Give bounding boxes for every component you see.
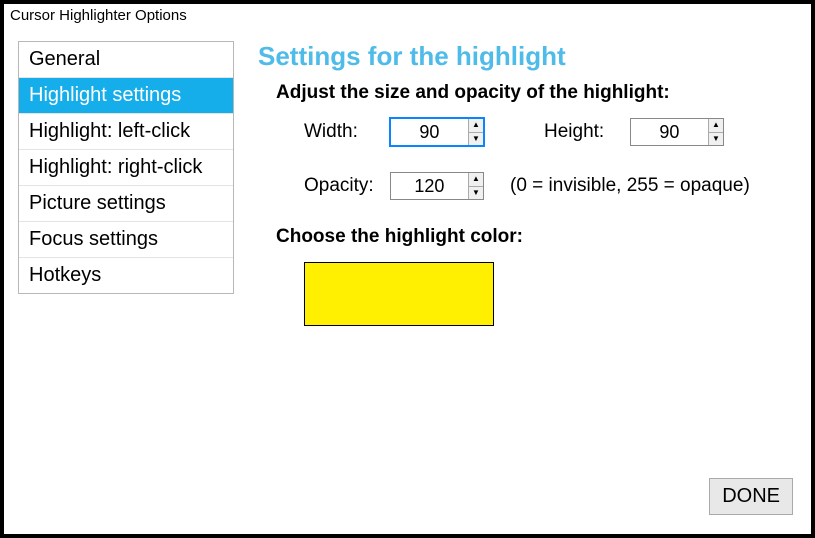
- height-step-up-icon[interactable]: ▲: [709, 119, 723, 133]
- opacity-spin-buttons: ▲ ▼: [468, 173, 483, 199]
- opacity-step-up-icon[interactable]: ▲: [469, 173, 483, 187]
- width-input[interactable]: [391, 119, 468, 145]
- opacity-hint: (0 = invisible, 255 = opaque): [510, 175, 750, 197]
- main-panel: Settings for the highlight Adjust the si…: [234, 41, 797, 529]
- sidebar-item-general[interactable]: General: [19, 42, 233, 78]
- highlight-color-swatch[interactable]: [304, 262, 494, 326]
- sidebar-item-hotkeys[interactable]: Hotkeys: [19, 258, 233, 293]
- sidebar-item-highlight-settings[interactable]: Highlight settings: [19, 78, 233, 114]
- opacity-step-down-icon[interactable]: ▼: [469, 187, 483, 200]
- size-heading: Adjust the size and opacity of the highl…: [276, 82, 797, 104]
- window-title: Cursor Highlighter Options: [4, 4, 811, 27]
- width-label: Width:: [304, 121, 390, 143]
- content-area: General Highlight settings Highlight: le…: [4, 27, 811, 529]
- height-step-down-icon[interactable]: ▼: [709, 133, 723, 146]
- page-title: Settings for the highlight: [258, 41, 797, 72]
- width-step-down-icon[interactable]: ▼: [469, 133, 483, 146]
- opacity-spinner[interactable]: ▲ ▼: [390, 172, 484, 200]
- height-label: Height:: [544, 121, 630, 143]
- sidebar-item-highlight-left-click[interactable]: Highlight: left-click: [19, 114, 233, 150]
- size-row: Width: ▲ ▼ Height: ▲ ▼: [304, 118, 797, 146]
- height-spinner[interactable]: ▲ ▼: [630, 118, 724, 146]
- width-spin-buttons: ▲ ▼: [468, 119, 483, 145]
- done-button[interactable]: DONE: [709, 478, 793, 515]
- options-window: Cursor Highlighter Options General Highl…: [0, 0, 815, 538]
- sidebar-item-highlight-right-click[interactable]: Highlight: right-click: [19, 150, 233, 186]
- sidebar-item-picture-settings[interactable]: Picture settings: [19, 186, 233, 222]
- opacity-label: Opacity:: [304, 175, 390, 197]
- sidebar: General Highlight settings Highlight: le…: [18, 41, 234, 294]
- color-heading: Choose the highlight color:: [276, 226, 797, 248]
- width-spinner[interactable]: ▲ ▼: [390, 118, 484, 146]
- width-step-up-icon[interactable]: ▲: [469, 119, 483, 133]
- height-input[interactable]: [631, 119, 708, 145]
- opacity-row: Opacity: ▲ ▼ (0 = invisible, 255 = opaqu…: [304, 172, 797, 200]
- opacity-input[interactable]: [391, 173, 468, 199]
- sidebar-item-focus-settings[interactable]: Focus settings: [19, 222, 233, 258]
- height-spin-buttons: ▲ ▼: [708, 119, 723, 145]
